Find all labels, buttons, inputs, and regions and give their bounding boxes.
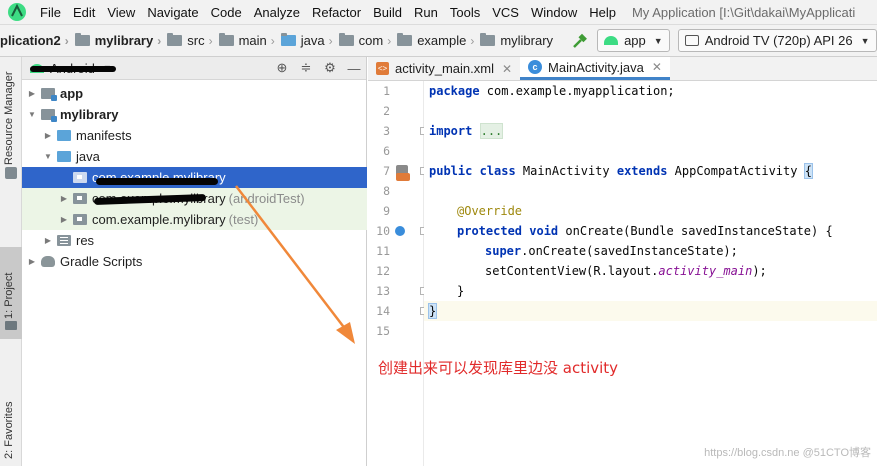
- annotation-arrow: [235, 185, 355, 344]
- watermark: https://blog.csdn.ne @51CTO博客: [704, 447, 871, 459]
- annotation-arrow-head: [336, 322, 355, 344]
- annotation-text: 创建出来可以发现库里边没 activity: [378, 359, 619, 377]
- annotation-arrow-line: [235, 185, 347, 331]
